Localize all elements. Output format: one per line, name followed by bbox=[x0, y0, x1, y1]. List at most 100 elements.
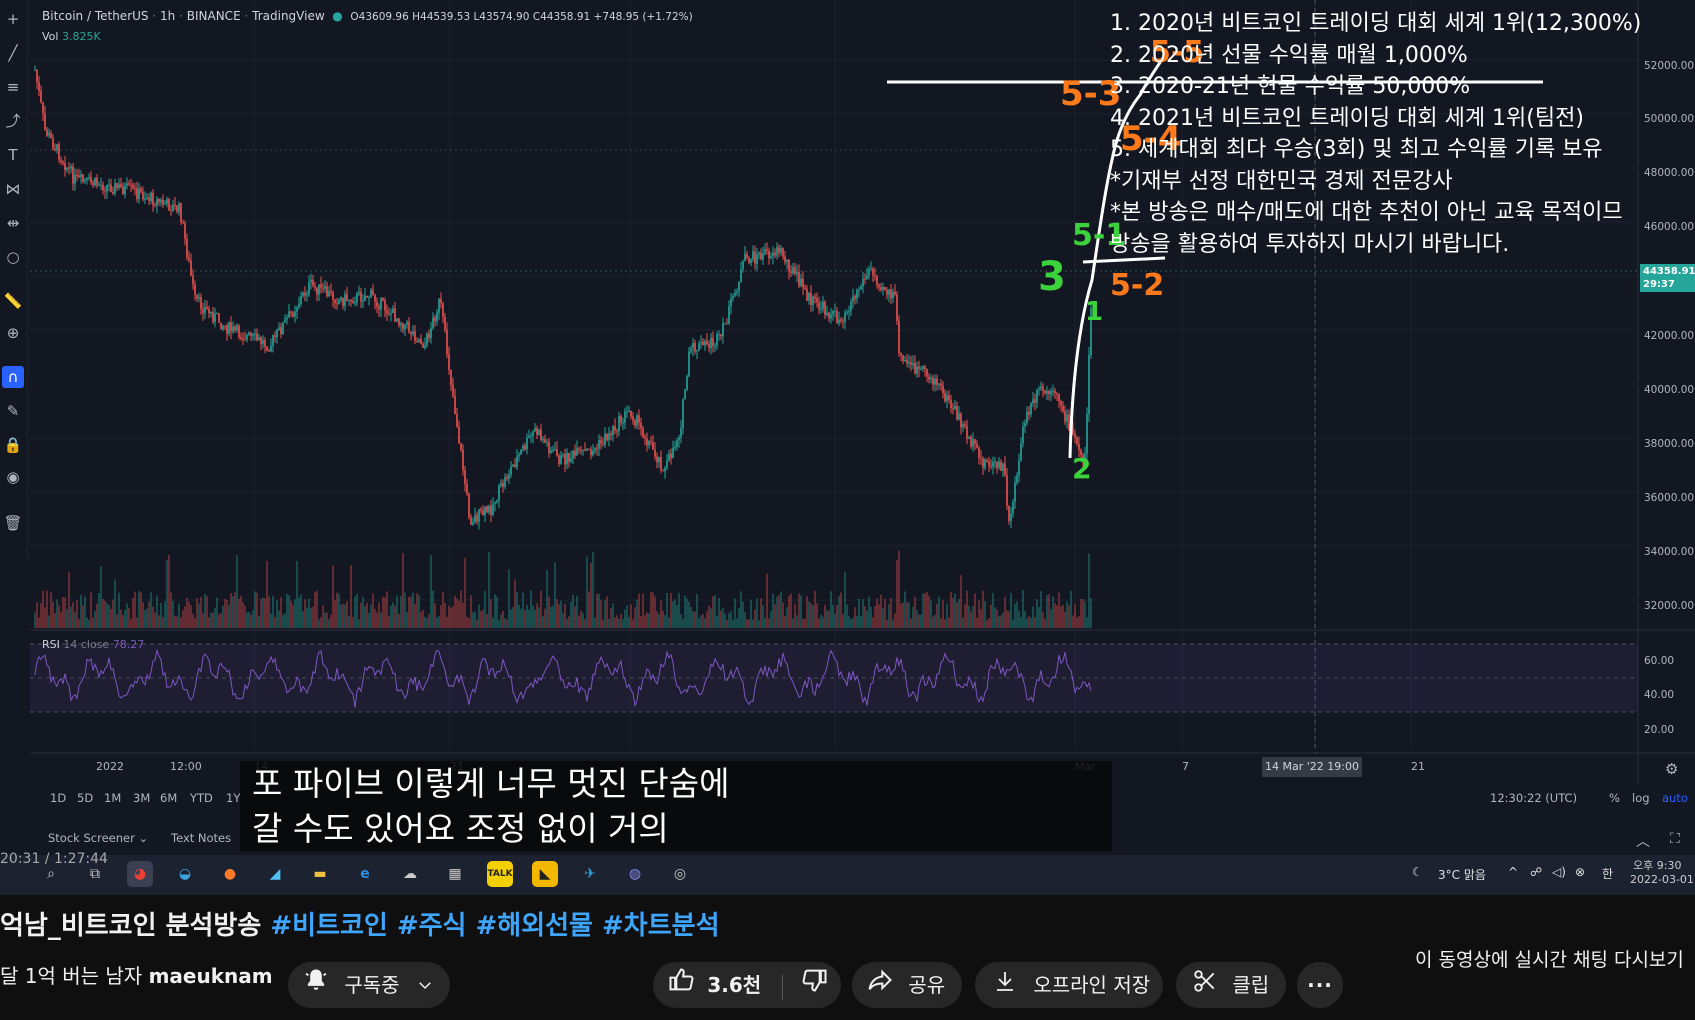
ime-icon[interactable]: 한 bbox=[1602, 865, 1613, 882]
zoom-icon[interactable]: ⊕ bbox=[2, 322, 24, 344]
auto-toggle[interactable]: auto bbox=[1662, 791, 1688, 805]
draw-mode-icon[interactable]: ✎ bbox=[2, 400, 24, 422]
title-hashtags[interactable]: #비트코인 #주식 #해외선물 #차트분석 bbox=[270, 911, 719, 941]
utc-clock[interactable]: 12:30:22 (UTC) bbox=[1490, 791, 1577, 805]
timeframe-button[interactable]: 1D bbox=[50, 791, 66, 805]
prediction-icon[interactable]: ⋈ bbox=[2, 178, 24, 200]
candle-body bbox=[772, 252, 774, 257]
rsi-tick-label: 20.00 bbox=[1644, 724, 1675, 736]
shape-icon[interactable]: ○ bbox=[2, 246, 24, 268]
crosshair-icon[interactable]: + bbox=[2, 8, 24, 30]
timeframe-button[interactable]: 3M bbox=[133, 791, 150, 805]
volume-bar bbox=[52, 601, 54, 628]
volume-bar bbox=[972, 606, 974, 628]
text-notes-tab[interactable]: Text Notes bbox=[171, 831, 231, 845]
lock-icon[interactable]: 🔒 bbox=[2, 434, 24, 456]
volume-bar bbox=[792, 618, 794, 628]
tray-network-icon[interactable]: ☍ bbox=[1530, 865, 1542, 879]
more-actions-button[interactable]: ··· bbox=[1297, 962, 1343, 1008]
candle-body bbox=[326, 286, 328, 296]
candle-body bbox=[546, 442, 548, 444]
tray-chevron-icon[interactable]: ^ bbox=[1508, 865, 1518, 879]
volume-bar bbox=[542, 616, 544, 628]
collapse-chevron-icon[interactable]: ︿ bbox=[1636, 831, 1650, 851]
candle-body bbox=[68, 167, 70, 169]
candle-body bbox=[1040, 386, 1042, 389]
volume-bar bbox=[308, 598, 310, 628]
timeframe-button[interactable]: 5D bbox=[77, 791, 93, 805]
sticky-notes-icon[interactable]: ◣ bbox=[532, 861, 558, 887]
candle-body bbox=[182, 222, 184, 224]
obs-icon[interactable]: ◎ bbox=[667, 861, 693, 887]
volume-bar bbox=[372, 593, 374, 628]
telegram-icon[interactable]: ✈ bbox=[577, 861, 603, 887]
timeframe-button[interactable]: YTD bbox=[190, 791, 213, 805]
candle-body bbox=[474, 514, 476, 523]
weather-text[interactable]: 3°C 맑음 bbox=[1438, 866, 1486, 883]
percent-toggle[interactable]: % bbox=[1609, 791, 1620, 805]
candle-body bbox=[72, 166, 74, 184]
settings-gear-icon[interactable]: ⚙ bbox=[1665, 760, 1678, 778]
folder-icon[interactable]: ▬ bbox=[307, 861, 333, 887]
text-icon[interactable]: T bbox=[2, 144, 24, 166]
volume-bar bbox=[292, 604, 294, 628]
timeframe-button[interactable]: 1M bbox=[104, 791, 121, 805]
ie-icon[interactable]: e bbox=[352, 861, 378, 887]
like-count: 3.6천 bbox=[707, 973, 762, 997]
volume-bar bbox=[88, 619, 90, 628]
fib-icon[interactable]: ≡ bbox=[2, 76, 24, 98]
taskview-icon[interactable]: ⧉ bbox=[82, 861, 108, 887]
measure-icon[interactable]: ⇹ bbox=[2, 212, 24, 234]
timeframe-button[interactable]: 1Y bbox=[226, 791, 240, 805]
subscribed-button[interactable]: 구독중 bbox=[288, 962, 450, 1008]
candle-body bbox=[886, 289, 888, 295]
volume-bar bbox=[274, 617, 276, 628]
candle-body bbox=[306, 294, 308, 296]
magnet-icon[interactable]: ∩ bbox=[2, 366, 24, 388]
edge-icon[interactable]: ◒ bbox=[172, 861, 198, 887]
candle-body bbox=[176, 205, 178, 212]
candle-body bbox=[398, 318, 400, 326]
video-player[interactable]: 5-3 5-4 5-5 5-1 3 5-2 1 2 + ╱ ≡ ⤴ T ⋈ ⇹ ○ 📏 ⊕ ∩… bbox=[0, 0, 1695, 895]
volume-bar bbox=[106, 603, 108, 628]
candle-body bbox=[622, 422, 624, 424]
volume-bar bbox=[500, 614, 502, 628]
volume-bar bbox=[592, 551, 594, 628]
stock-screener-tab[interactable]: Stock Screener ⌄ bbox=[48, 831, 148, 845]
app-icon-discord[interactable]: ◍ bbox=[622, 861, 648, 887]
eye-icon[interactable]: ◉ bbox=[2, 466, 24, 488]
thumbs-down-icon[interactable] bbox=[801, 964, 829, 1010]
trash-icon[interactable]: 🗑 bbox=[2, 512, 24, 534]
share-button[interactable]: 공유 bbox=[852, 962, 962, 1008]
firefox-icon[interactable]: ● bbox=[217, 861, 243, 887]
volume-bar bbox=[664, 615, 666, 628]
ruler-icon[interactable]: 📏 bbox=[2, 290, 24, 312]
volume-icon[interactable]: ◁) bbox=[1552, 865, 1566, 879]
log-toggle[interactable]: log bbox=[1632, 791, 1650, 805]
like-button[interactable]: 3.6천 bbox=[667, 968, 768, 997]
volume-bar bbox=[250, 614, 252, 628]
candle-body bbox=[792, 267, 794, 274]
chrome-icon[interactable]: ◕ bbox=[127, 861, 153, 887]
trendline-icon[interactable]: ╱ bbox=[2, 42, 24, 64]
candle-body bbox=[754, 251, 756, 264]
time-tick-label: 21 bbox=[1411, 760, 1425, 773]
kakaotalk-icon[interactable]: TALK bbox=[487, 861, 513, 887]
clip-button[interactable]: 클립 bbox=[1176, 962, 1286, 1008]
candle-body bbox=[488, 505, 490, 513]
timeframe-button[interactable]: 6M bbox=[160, 791, 177, 805]
candle-body bbox=[522, 445, 524, 450]
tray-status-icon[interactable]: ⊗ bbox=[1575, 865, 1585, 879]
maximize-icon[interactable]: ⛶ bbox=[1670, 831, 1680, 847]
pattern-icon[interactable]: ⤴ bbox=[2, 110, 24, 132]
live-chat-replay-toggle[interactable]: 이 동영상에 실시간 채팅 다시보기 bbox=[1415, 945, 1684, 972]
channel-handle[interactable]: maeuknam bbox=[149, 964, 273, 988]
download-button[interactable]: 오프라인 저장 bbox=[975, 962, 1163, 1008]
volume-bar bbox=[976, 617, 978, 628]
app-icon-cloud[interactable]: ☁ bbox=[397, 861, 423, 887]
channel-name[interactable]: 달 1억 버는 남자 maeuknam bbox=[0, 960, 273, 989]
app-icon-wave[interactable]: ◢ bbox=[262, 861, 288, 887]
search-icon[interactable]: ⌕ bbox=[38, 861, 64, 887]
calculator-icon[interactable]: ▦ bbox=[442, 861, 468, 887]
candle-body bbox=[580, 449, 582, 451]
